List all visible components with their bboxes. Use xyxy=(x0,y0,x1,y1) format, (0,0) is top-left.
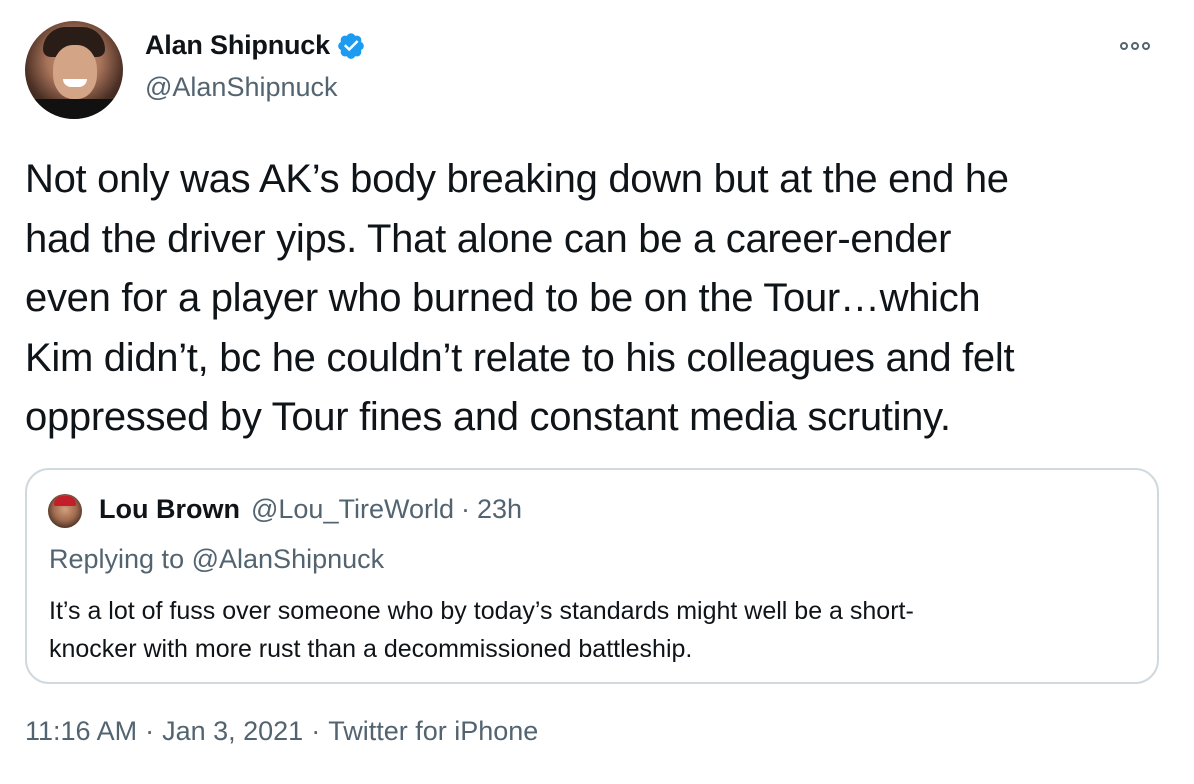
author-avatar[interactable] xyxy=(25,21,123,119)
verified-badge-icon xyxy=(338,32,364,59)
quoted-separator: · xyxy=(460,494,470,524)
author-display-name[interactable]: Alan Shipnuck xyxy=(145,30,330,61)
author-name-row[interactable]: Alan Shipnuck xyxy=(145,30,366,61)
quoted-author-avatar xyxy=(48,494,82,528)
replying-to-line: Replying to @AlanShipnuck xyxy=(49,544,384,575)
author-handle[interactable]: @AlanShipnuck xyxy=(145,72,338,103)
quoted-tweet-header: Lou Brown @Lou_TireWorld · 23h xyxy=(99,494,522,525)
tweet-container: Alan Shipnuck @AlanShipnuck Not only was… xyxy=(0,0,1194,784)
tweet-date[interactable]: Jan 3, 2021 xyxy=(162,716,303,746)
tweet-time[interactable]: 11:16 AM xyxy=(25,716,137,746)
footer-separator: · xyxy=(145,716,155,746)
quoted-tweet-card[interactable]: Lou Brown @Lou_TireWorld · 23h Replying … xyxy=(25,468,1159,684)
tweet-text: Not only was AK’s body breaking down but… xyxy=(25,150,1165,448)
quoted-author-handle: @Lou_TireWorld xyxy=(250,494,454,524)
more-options-icon[interactable] xyxy=(1120,36,1158,56)
tweet-text-line: had the driver yips. That alone can be a… xyxy=(25,216,952,261)
quoted-author-name: Lou Brown xyxy=(99,494,240,524)
quoted-text-line: knocker with more rust than a decommissi… xyxy=(49,635,693,663)
tweet-footer: 11:16 AM · Jan 3, 2021 · Twitter for iPhone xyxy=(25,716,538,747)
tweet-text-line: even for a player who burned to be on th… xyxy=(25,276,981,320)
replying-handle: @AlanShipnuck xyxy=(191,544,385,574)
footer-separator: · xyxy=(311,716,321,746)
tweet-source[interactable]: Twitter for iPhone xyxy=(328,716,538,746)
quoted-text-line: It’s a lot of fuss over someone who by t… xyxy=(49,597,914,625)
quoted-timestamp: 23h xyxy=(476,494,523,524)
quoted-tweet-text: It’s a lot of fuss over someone who by t… xyxy=(49,592,1139,668)
tweet-text-line: oppressed by Tour fines and constant med… xyxy=(25,395,951,439)
replying-prefix: Replying to xyxy=(49,544,185,574)
tweet-text-line: Kim didn’t, bc he couldn’t relate to his… xyxy=(25,335,1015,380)
tweet-text-line: Not only was AK’s body breaking down but… xyxy=(25,157,1009,201)
